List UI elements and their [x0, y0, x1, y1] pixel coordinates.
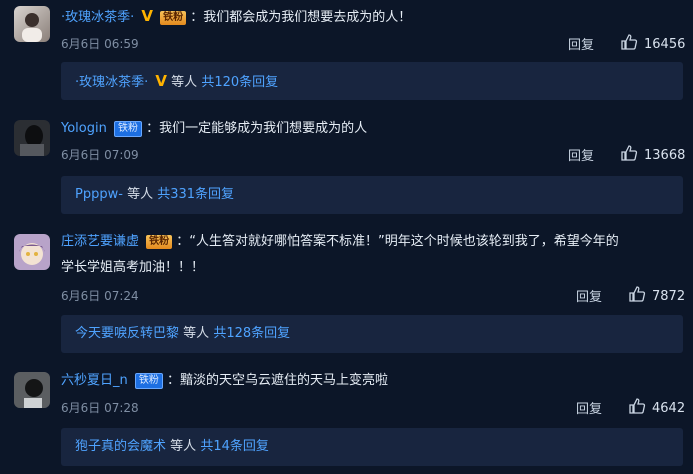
comment-time: 6月6日 07:28: [61, 401, 139, 415]
sub-replies-box[interactable]: ·玫瑰冰茶季· V 等人 共120条回复: [61, 62, 683, 100]
comment-time: 6月6日 07:09: [61, 148, 139, 162]
like-count: 13668: [644, 148, 686, 163]
comment-text: ：“人生答对就好哪怕答案不标准！”明年这个时候也该轮到我了，希望今年的: [176, 234, 619, 249]
avatar[interactable]: [14, 234, 50, 270]
thumbs-up-icon: [629, 286, 646, 302]
avatar[interactable]: [14, 6, 50, 42]
like-count: 16456: [644, 37, 686, 52]
comment-text-line2: 学长学姐高考加油！！！: [61, 259, 683, 277]
comment-header: Yologin 铁粉 ：我们一定能够成为我们想要成为的人: [61, 120, 683, 138]
comment-header: 庄添艺要谦虚 铁粉 ：“人生答对就好哪怕答案不标准！”明年这个时候也该轮到我了，…: [61, 233, 683, 251]
avatar-image: [20, 125, 44, 156]
comment-text: ：我们一定能够成为我们想要成为的人: [146, 121, 368, 136]
verified-v-icon: V: [155, 72, 168, 90]
comment-time: 6月6日 06:59: [61, 37, 139, 51]
thumbs-up-icon: [629, 398, 646, 414]
sub-reply-count[interactable]: 共14条回复: [200, 439, 269, 454]
avatar-image: [14, 372, 50, 408]
sub-reply-label: 等人: [127, 187, 154, 202]
comment-text: ：黯淡的天空乌云遮住的天马上变亮啦: [167, 373, 389, 388]
fan-badge: 铁粉: [160, 11, 187, 25]
sub-reply-label: 等人: [183, 326, 210, 341]
thumbs-up-icon: [621, 34, 638, 50]
sub-reply-user[interactable]: Ppppw-: [75, 187, 123, 202]
sub-reply-label: 等人: [170, 439, 197, 454]
sub-reply-count[interactable]: 共120条回复: [201, 75, 278, 90]
reply-button[interactable]: 回复: [576, 398, 602, 417]
like-button[interactable]: 13668: [620, 144, 685, 163]
username[interactable]: 庄添艺要谦虚: [61, 234, 139, 249]
avatar-image: [22, 13, 42, 42]
username[interactable]: ·玫瑰冰茶季·: [61, 10, 134, 25]
like-button[interactable]: 7872: [628, 285, 685, 304]
reply-button[interactable]: 回复: [576, 286, 602, 305]
fan-badge: 铁粉: [134, 373, 163, 389]
sub-reply-count[interactable]: 共331条回复: [157, 187, 234, 202]
comment-text: ：我们都会成为我们想要去成为的人！: [190, 10, 412, 25]
like-button[interactable]: 4642: [628, 397, 685, 416]
like-count: 4642: [652, 401, 686, 416]
sub-reply-label: 等人: [171, 75, 198, 90]
sub-reply-user[interactable]: ·玫瑰冰茶季·: [75, 75, 148, 90]
fan-badge: 铁粉: [113, 121, 142, 137]
avatar-image: [19, 243, 45, 265]
reply-button[interactable]: 回复: [568, 34, 594, 53]
thumbs-up-icon: [621, 145, 638, 161]
reply-button[interactable]: 回复: [568, 145, 594, 164]
comment-time: 6月6日 07:24: [61, 289, 139, 303]
avatar[interactable]: [14, 120, 50, 156]
verified-v-icon: V: [141, 7, 154, 25]
like-count: 7872: [652, 289, 686, 304]
sub-reply-user[interactable]: 狍子真的会魔术: [75, 439, 166, 454]
sub-replies-box[interactable]: 今天要唳反转巴黎 等人 共128条回复: [61, 315, 683, 353]
comment-header: 六秒夏日_n 铁粉 ：黯淡的天空乌云遮住的天马上变亮啦: [61, 372, 683, 390]
sub-reply-count[interactable]: 共128条回复: [213, 326, 290, 341]
like-button[interactable]: 16456: [620, 33, 685, 52]
username[interactable]: Yologin: [61, 121, 107, 136]
username[interactable]: 六秒夏日_n: [61, 373, 128, 388]
comment-text: 学长学姐高考加油！！！: [61, 260, 205, 275]
sub-replies-box[interactable]: 狍子真的会魔术 等人 共14条回复: [61, 428, 683, 466]
sub-reply-user[interactable]: 今天要唳反转巴黎: [75, 326, 179, 341]
fan-badge: 铁粉: [146, 235, 173, 249]
sub-replies-box[interactable]: Ppppw- 等人 共331条回复: [61, 176, 683, 214]
avatar[interactable]: [14, 372, 50, 408]
comment-header: ·玫瑰冰茶季· V 铁粉 ：我们都会成为我们想要去成为的人！: [61, 7, 683, 27]
